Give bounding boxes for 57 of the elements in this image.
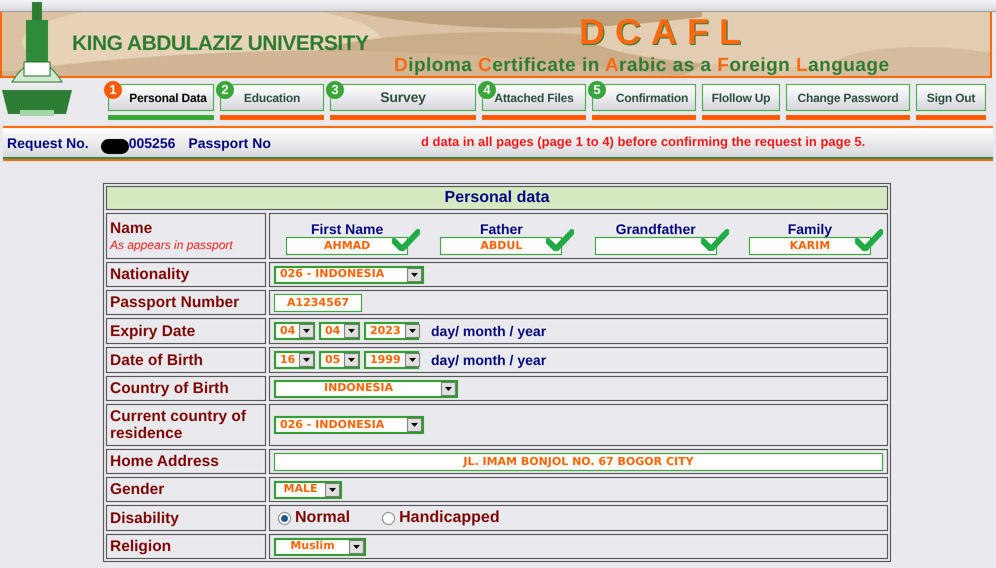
radio-icon[interactable]	[278, 512, 291, 524]
name-part-label: Grandfather	[616, 221, 696, 237]
field-label: Current country of residence	[110, 408, 248, 442]
dropdown-field[interactable]: INDONESIA	[274, 380, 458, 398]
date-format-hint: day/ month / year	[431, 350, 546, 370]
field-label: Nationality	[110, 266, 190, 283]
step-number-badge: 4	[478, 81, 496, 99]
step-number-badge: 3	[326, 81, 344, 99]
dropdown-field[interactable]: 04	[319, 322, 360, 340]
field-label: Expiry Date	[110, 322, 196, 340]
step-number-badge: 1	[104, 81, 122, 99]
name-field[interactable]: AHMAD	[286, 237, 408, 255]
radio-option[interactable]: Handicapped	[382, 506, 500, 530]
dropdown-field[interactable]: 1999	[364, 351, 419, 369]
dropdown-field[interactable]: 026 - INDONESIA	[274, 416, 424, 434]
field-label: Country of Birth	[110, 380, 230, 397]
name-part-label: First Name	[310, 221, 384, 237]
dropdown-field[interactable]: 2023	[364, 322, 419, 340]
name-field[interactable]: KARIM	[748, 237, 871, 255]
university-name: KING ABDULAZIZ UNIVERSITY	[72, 31, 368, 57]
name-part-label: Father	[480, 221, 523, 237]
text-field[interactable]: A1234567	[274, 294, 362, 312]
field-sublabel: As appears in passport	[110, 236, 234, 252]
program-title: Diploma Certificate in Arabic as a Foreign Language	[394, 54, 890, 76]
nav-tab[interactable]: Change Password	[786, 84, 910, 111]
text-field[interactable]: JL. IMAM BONJOL NO. 67 BOGOR CITY	[274, 452, 883, 470]
passport-label: Passport No	[188, 134, 271, 153]
notice-text: d data in all pages (page 1 to 4) before confirming the request in page 5.	[421, 133, 866, 151]
request-number: 005256	[128, 134, 176, 153]
field-label: Gender	[110, 481, 166, 498]
dropdown-field[interactable]: MALE	[274, 480, 342, 498]
field-label: Religion	[110, 538, 172, 555]
dropdown-field[interactable]: 16	[274, 351, 315, 369]
field-label: Disability	[110, 510, 180, 526]
dropdown-field[interactable]: 026 - INDONESIA	[274, 266, 424, 284]
nav-tab[interactable]: Flollow Up	[702, 84, 780, 111]
field-label: Date of Birth	[110, 352, 204, 368]
field-label: Home Address	[110, 453, 220, 470]
request-label: Request No.	[7, 134, 89, 153]
dropdown-field[interactable]: Muslim	[274, 538, 366, 556]
form-title: Personal data	[106, 186, 888, 210]
dropdown-field[interactable]: 04	[274, 322, 315, 340]
step-number-badge: 5	[588, 81, 606, 99]
name-field[interactable]	[594, 237, 717, 255]
field-label: Passport Number	[110, 294, 240, 311]
name-part-label: Family	[788, 221, 832, 237]
radio-icon[interactable]	[382, 512, 396, 524]
date-format-hint: day/ month / year	[431, 322, 546, 341]
dropdown-field[interactable]: 05	[319, 351, 360, 369]
university-logo-icon	[2, 2, 72, 118]
program-acronym: DCAFL	[579, 12, 751, 52]
field-label: Name	[110, 220, 154, 236]
step-number-badge: 2	[216, 81, 234, 99]
nav-tab[interactable]: Sign Out	[916, 84, 986, 111]
redaction-mark	[100, 139, 129, 154]
radio-option[interactable]: Normal	[278, 506, 350, 530]
name-field[interactable]: ABDUL	[440, 237, 562, 255]
